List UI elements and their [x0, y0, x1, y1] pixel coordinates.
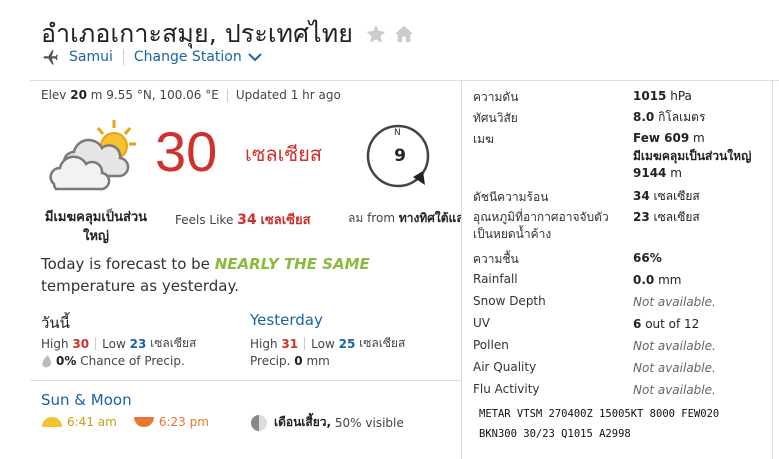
detail-value: 23 เซลเซียส — [633, 210, 700, 224]
wind-prefix: ลม from — [348, 211, 396, 225]
coordinates: 9.55 °N, 100.06 °E — [106, 88, 219, 102]
location-info: Elev 20 m 9.55 °N, 100.06 °E Updated 1 h… — [41, 88, 341, 102]
yesterday-high-low: High 31 Low 25 เซลเซียส — [250, 334, 405, 353]
detail-label: UV — [473, 316, 490, 330]
detail-label: Air Quality — [473, 360, 537, 374]
low-label: Low — [311, 336, 335, 351]
feels-like-label: Feels Like — [175, 213, 234, 227]
wind-direction: ทางทิศใต้และ — [398, 211, 461, 225]
detail-value: Not available. — [633, 383, 716, 397]
rain-drop-icon — [42, 354, 51, 367]
divider — [30, 380, 461, 381]
detail-value: Few 609 m — [633, 131, 705, 145]
feels-like: Feels Like 34 เซลเซียส — [175, 209, 311, 230]
sunrise-time: 6:41 am — [67, 415, 117, 429]
feels-like-value: 34 — [237, 212, 257, 228]
low-label: Low — [102, 336, 126, 351]
forecast-summary: Today is forecast to be NEARLY THE SAME … — [41, 253, 461, 297]
moon-phase-icon — [251, 414, 267, 431]
sunset-icon — [133, 417, 154, 427]
compass-north-label: N — [394, 128, 401, 138]
divider — [772, 80, 773, 459]
yesterday-precip: Precip. 0 mm — [250, 354, 330, 368]
detail-value: 0.0 mm — [633, 273, 682, 287]
detail-value: Not available. — [633, 361, 716, 375]
detail-value: 66% — [633, 251, 662, 265]
sun-times: 6:41 am 6:23 pm — [41, 415, 209, 429]
star-icon[interactable] — [365, 23, 387, 45]
forecast-highlight: NEARLY THE SAME — [214, 255, 370, 273]
sunset-time: 6:23 pm — [158, 415, 209, 429]
airplane-icon — [43, 50, 58, 65]
condition-text: มีเมฆคลุมเป็นส่วนใหญ่ — [44, 210, 148, 244]
detail-label: Flu Activity — [473, 382, 540, 396]
moon-phase: เดือนเสี้ยว, — [274, 415, 332, 429]
today-high: 30 — [72, 336, 90, 351]
temperature-unit: เซลเซียส — [245, 142, 323, 166]
yesterday-unit: เซลเซียส — [359, 336, 406, 350]
detail-label: เมฆ — [473, 132, 494, 146]
divider — [30, 80, 779, 81]
elevation-unit: m — [90, 88, 103, 102]
detail-value: Not available. — [633, 339, 716, 353]
metar-report: METAR VTSM 270400Z 15005KT 8000 FEW020 B… — [479, 404, 769, 444]
today-high-low: High 30 Low 23 เซลเซียส — [41, 334, 196, 353]
updated-time: Updated 1 hr ago — [235, 88, 341, 102]
detail-label: Pollen — [473, 338, 509, 352]
forecast-text-pre: Today is forecast to be — [41, 255, 210, 273]
high-label: High — [250, 336, 278, 351]
divider — [95, 337, 97, 350]
feels-like-unit: เซลเซียส — [260, 213, 311, 228]
metar-line: METAR VTSM 270400Z 15005KT 8000 FEW020 — [479, 408, 720, 420]
detail-value: Not available. — [633, 295, 716, 309]
detail-label: ความดัน — [473, 90, 519, 104]
yesterday-link[interactable]: Yesterday — [250, 311, 323, 329]
sun-moon-label: Sun & Moon — [41, 391, 132, 409]
wind-info: ลม from ทางทิศใต้และ — [348, 209, 461, 228]
home-icon[interactable] — [393, 23, 415, 45]
elevation-label: Elev — [41, 88, 67, 102]
chevron-down-icon[interactable] — [247, 52, 262, 62]
today-label: วันนี้ — [41, 314, 70, 332]
station-row: Samui Change Station — [41, 48, 262, 66]
detail-label: ทัศนวิสัย — [473, 111, 518, 125]
precip-unit: mm — [306, 354, 330, 368]
metar-line: BKN300 30/23 Q1015 A2998 — [479, 428, 631, 440]
today-precip: 0% Chance of Precip. — [41, 354, 185, 368]
precip-label: Precip. — [250, 354, 291, 368]
elevation-value: 20 — [70, 88, 87, 102]
today-low: 23 — [129, 336, 147, 351]
detail-label: Snow Depth — [473, 294, 546, 308]
high-label: High — [41, 336, 69, 351]
detail-label: ความชื้น — [473, 252, 519, 266]
yesterday-high: 31 — [281, 336, 299, 351]
precip-chance: 0% — [56, 354, 77, 368]
detail-value: 8.0 กิโลเมตร — [633, 110, 706, 124]
moon-visible-label: visible — [365, 415, 404, 430]
change-station-link[interactable]: Change Station — [134, 49, 242, 65]
wind-speed: 9 — [394, 146, 406, 166]
moon-info: เดือนเสี้ยว, 50% visible — [250, 413, 404, 432]
detail-value: 34 เซลเซียส — [633, 189, 700, 203]
divider — [304, 337, 306, 350]
divider — [122, 49, 124, 65]
divider — [461, 80, 462, 459]
precip-amount: 0 — [294, 354, 303, 368]
detail-label: Rainfall — [473, 272, 518, 286]
forecast-text-post: temperature as yesterday. — [41, 277, 239, 295]
current-temperature: 30 — [155, 120, 218, 183]
detail-label: อุณหภูมิที่อากาศอาจจับตัวเป็นหยดน้ำค้าง — [473, 210, 609, 241]
detail-value-2: มีเมฆคลุมเป็นส่วนใหญ่ 9144 m — [633, 149, 752, 180]
moon-visible-pct: 50% — [334, 415, 362, 430]
detail-label: ดัชนีความร้อน — [473, 190, 549, 204]
precip-label: Chance of Precip. — [80, 354, 185, 368]
today-unit: เซลเซียส — [150, 336, 197, 350]
detail-value: 6 out of 12 — [633, 317, 700, 331]
sunrise-icon — [42, 417, 62, 427]
station-name-link[interactable]: Samui — [69, 49, 113, 65]
mostly-cloudy-sun-icon — [49, 120, 136, 191]
yesterday-low: 25 — [338, 336, 356, 351]
detail-value: 1015 hPa — [633, 89, 692, 103]
divider — [226, 88, 228, 102]
